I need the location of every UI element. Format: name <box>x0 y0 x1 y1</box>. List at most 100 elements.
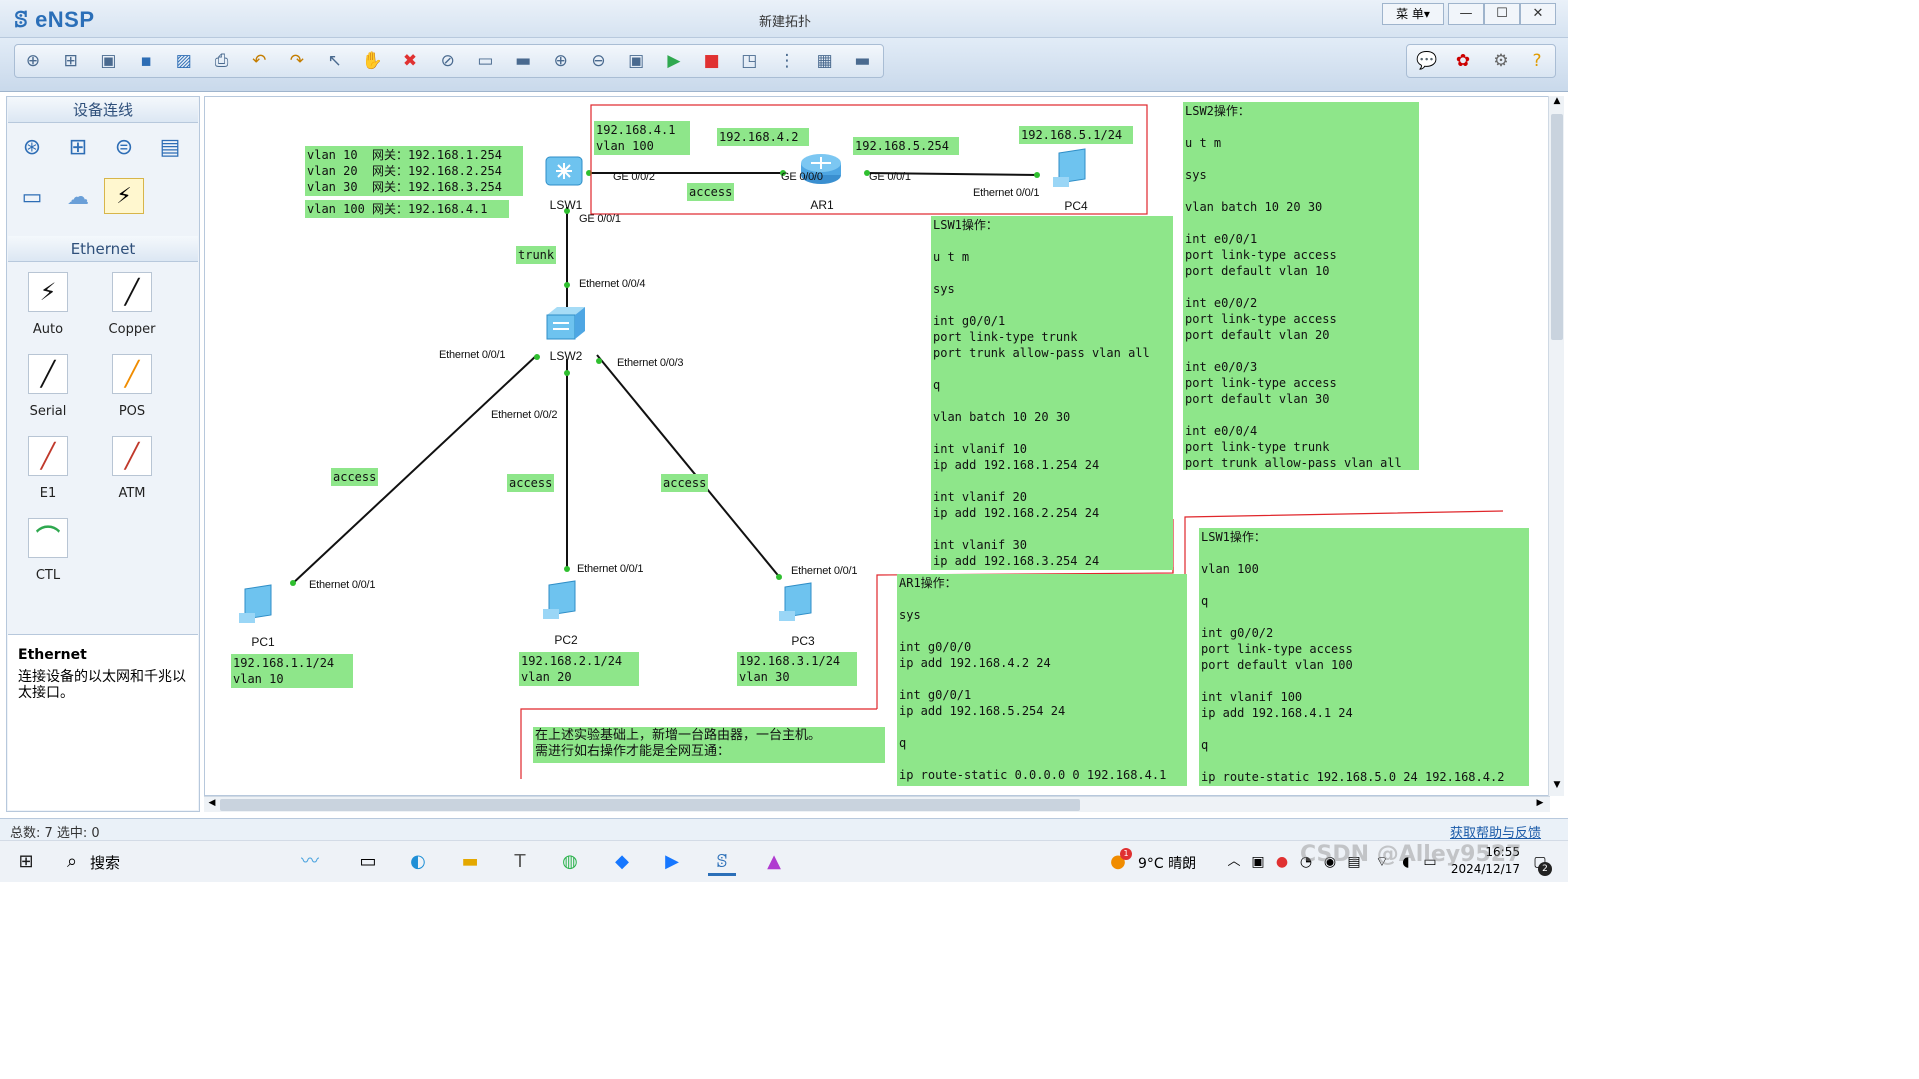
horizontal-scroll-thumb[interactable] <box>220 799 1080 811</box>
link-label-access: access <box>687 183 735 201</box>
save-as-icon[interactable]: ▨ <box>171 48 197 74</box>
device-label-pc3: PC3 <box>791 634 815 648</box>
vertical-scrollbar[interactable]: ▲ ▼ <box>1548 96 1564 796</box>
serial-cable-label: Serial <box>29 404 67 419</box>
maximize-button[interactable]: ☐ <box>1484 3 1520 25</box>
port-label: Ethernet 0/0/2 <box>491 409 558 421</box>
scroll-up-icon[interactable]: ▲ <box>1551 96 1563 110</box>
select-icon[interactable]: ↖ <box>322 48 348 74</box>
copper-cable-icon[interactable]: ╱ <box>112 272 152 312</box>
print-icon[interactable]: ⎙ <box>209 48 235 74</box>
start-icon[interactable]: ▶ <box>661 48 687 74</box>
topo-icon[interactable]: ⋮ <box>774 48 800 74</box>
search-icon[interactable]: ⌕ <box>58 848 86 876</box>
port-label: Ethernet 0/0/1 <box>791 565 858 577</box>
cable-category-icon[interactable]: ⚡ <box>104 178 144 214</box>
pan-icon[interactable]: ✋ <box>359 48 385 74</box>
terminal-category-icon[interactable]: ▭ <box>12 180 52 216</box>
chat-icon[interactable]: 💬 <box>1414 48 1440 74</box>
help-icon[interactable]: ? <box>1524 48 1550 74</box>
windows-start-icon[interactable]: ⊞ <box>12 848 40 876</box>
info-title: Ethernet <box>18 647 87 663</box>
terminal-icon[interactable]: ▬ <box>849 48 875 74</box>
lsw1-extra-config-note: LSW1操作： vlan 100 q int g0/0/2 port link-… <box>1199 528 1529 786</box>
text-editor-icon[interactable]: T <box>506 848 534 876</box>
file-explorer-icon[interactable]: ▬ <box>456 848 484 876</box>
e1-cable-icon[interactable]: ╱ <box>28 436 68 476</box>
scroll-left-icon[interactable]: ◀ <box>206 798 218 812</box>
new-topo-icon[interactable]: ⊕ <box>20 48 46 74</box>
serial-cable-icon[interactable]: ╱ <box>28 354 68 394</box>
media-player-icon[interactable]: ▶ <box>658 848 686 876</box>
topology-canvas[interactable]: LSW1 AR1 PC4 LSW2 PC1 PC2 PC3 GE 0/0/2 G… <box>204 96 1550 796</box>
cloud-category-icon[interactable]: ☁ <box>58 180 98 216</box>
settings-icon[interactable]: ⚙ <box>1488 48 1514 74</box>
new-example-icon[interactable]: ⊞ <box>58 48 84 74</box>
save-icon[interactable]: ▪ <box>133 48 159 74</box>
text-icon[interactable]: ▭ <box>472 48 498 74</box>
app-icon[interactable]: ◆ <box>608 848 636 876</box>
stop-icon[interactable]: ■ <box>699 48 725 74</box>
zoom-in-icon[interactable]: ⊕ <box>548 48 574 74</box>
device-label-pc2: PC2 <box>554 633 578 647</box>
grid-icon[interactable]: ▦ <box>812 48 838 74</box>
minimize-button[interactable]: — <box>1448 3 1484 25</box>
port-label: GE 0/0/1 <box>579 213 621 225</box>
help-feedback-link[interactable]: 获取帮助与反馈 <box>1450 822 1541 841</box>
auto-cable-icon[interactable]: ⚡ <box>28 272 68 312</box>
redo-icon[interactable]: ↷ <box>284 48 310 74</box>
scroll-down-icon[interactable]: ▼ <box>1551 780 1563 794</box>
menu-button[interactable]: 菜 单▾ <box>1382 3 1444 25</box>
ctl-cable-icon[interactable]: ⌒ <box>28 518 68 558</box>
router-category-icon[interactable]: ⊛ <box>12 130 52 166</box>
pos-cable-icon[interactable]: ╱ <box>112 354 152 394</box>
port-label: GE 0/0/1 <box>869 171 911 183</box>
port-dot <box>290 580 296 586</box>
link-lsw2-pc1[interactable] <box>290 354 538 586</box>
ip-note-pc3: 192.168.3.1/24 vlan 30 <box>737 652 857 686</box>
wlan-category-icon[interactable]: ⊜ <box>104 130 144 166</box>
fit-icon[interactable]: ▣ <box>623 48 649 74</box>
switch-category-icon[interactable]: ⊞ <box>58 130 98 166</box>
pc-icon-pc2[interactable] <box>541 579 585 623</box>
open-icon[interactable]: ▣ <box>95 48 121 74</box>
undo-icon[interactable]: ↶ <box>246 48 272 74</box>
pc-icon-pc3[interactable] <box>777 581 821 625</box>
ethernet-section-header: Ethernet <box>8 236 198 262</box>
switch-icon-lsw2[interactable] <box>543 301 587 345</box>
ip-note-lsw1-vlan100: 192.168.4.1 vlan 100 <box>594 121 690 155</box>
taskbar-search-label[interactable]: 搜索 <box>90 852 120 873</box>
copper-cable-label: Copper <box>108 322 156 337</box>
wechat-icon[interactable]: ◍ <box>556 848 584 876</box>
app-icon-purple[interactable]: ▲ <box>760 848 788 876</box>
vertical-scroll-thumb[interactable] <box>1551 114 1563 340</box>
link-label-access: access <box>507 474 555 492</box>
switch-icon-lsw1[interactable] <box>542 149 586 193</box>
capture-icon[interactable]: ◳ <box>736 48 762 74</box>
firewall-category-icon[interactable]: ▤ <box>150 130 190 166</box>
ar1-config-note: AR1操作： sys int g0/0/0 ip add 192.168.4.2… <box>897 574 1187 786</box>
close-button[interactable]: ✕ <box>1520 3 1556 25</box>
ensp-taskbar-icon[interactable]: ꕷ <box>708 848 736 876</box>
rect-icon[interactable]: ▬ <box>510 48 536 74</box>
zoom-out-icon[interactable]: ⊖ <box>586 48 612 74</box>
atm-cable-icon[interactable]: ╱ <box>112 436 152 476</box>
pc-icon-pc4[interactable] <box>1051 147 1095 191</box>
horizontal-scrollbar[interactable]: ◀ ▶ <box>204 796 1550 812</box>
watermark: CSDN @Alley9527 <box>1300 842 1522 867</box>
lsw1-config-note: LSW1操作： u t m sys int g0/0/1 port link-t… <box>931 216 1173 570</box>
scroll-right-icon[interactable]: ▶ <box>1534 798 1546 812</box>
link-label-trunk: trunk <box>516 246 557 264</box>
delete-links-icon[interactable]: ⊘ <box>435 48 461 74</box>
status-count: 总数: 7 选中: 0 <box>10 826 100 841</box>
edge-browser-icon[interactable]: ◐ <box>404 848 432 876</box>
delete-icon[interactable]: ✖ <box>397 48 423 74</box>
huawei-icon[interactable]: ✿ <box>1450 48 1476 74</box>
task-view-icon[interactable]: ▭ <box>354 848 382 876</box>
auto-cable-label: Auto <box>32 322 64 337</box>
pc-icon-pc1[interactable] <box>237 583 281 627</box>
weather-text[interactable]: 9°C 晴朗 <box>1138 853 1196 873</box>
port-dot <box>596 358 602 364</box>
link-lsw2-pc3[interactable] <box>596 354 782 580</box>
ip-note-ar1-g001: 192.168.5.254 <box>853 137 959 155</box>
